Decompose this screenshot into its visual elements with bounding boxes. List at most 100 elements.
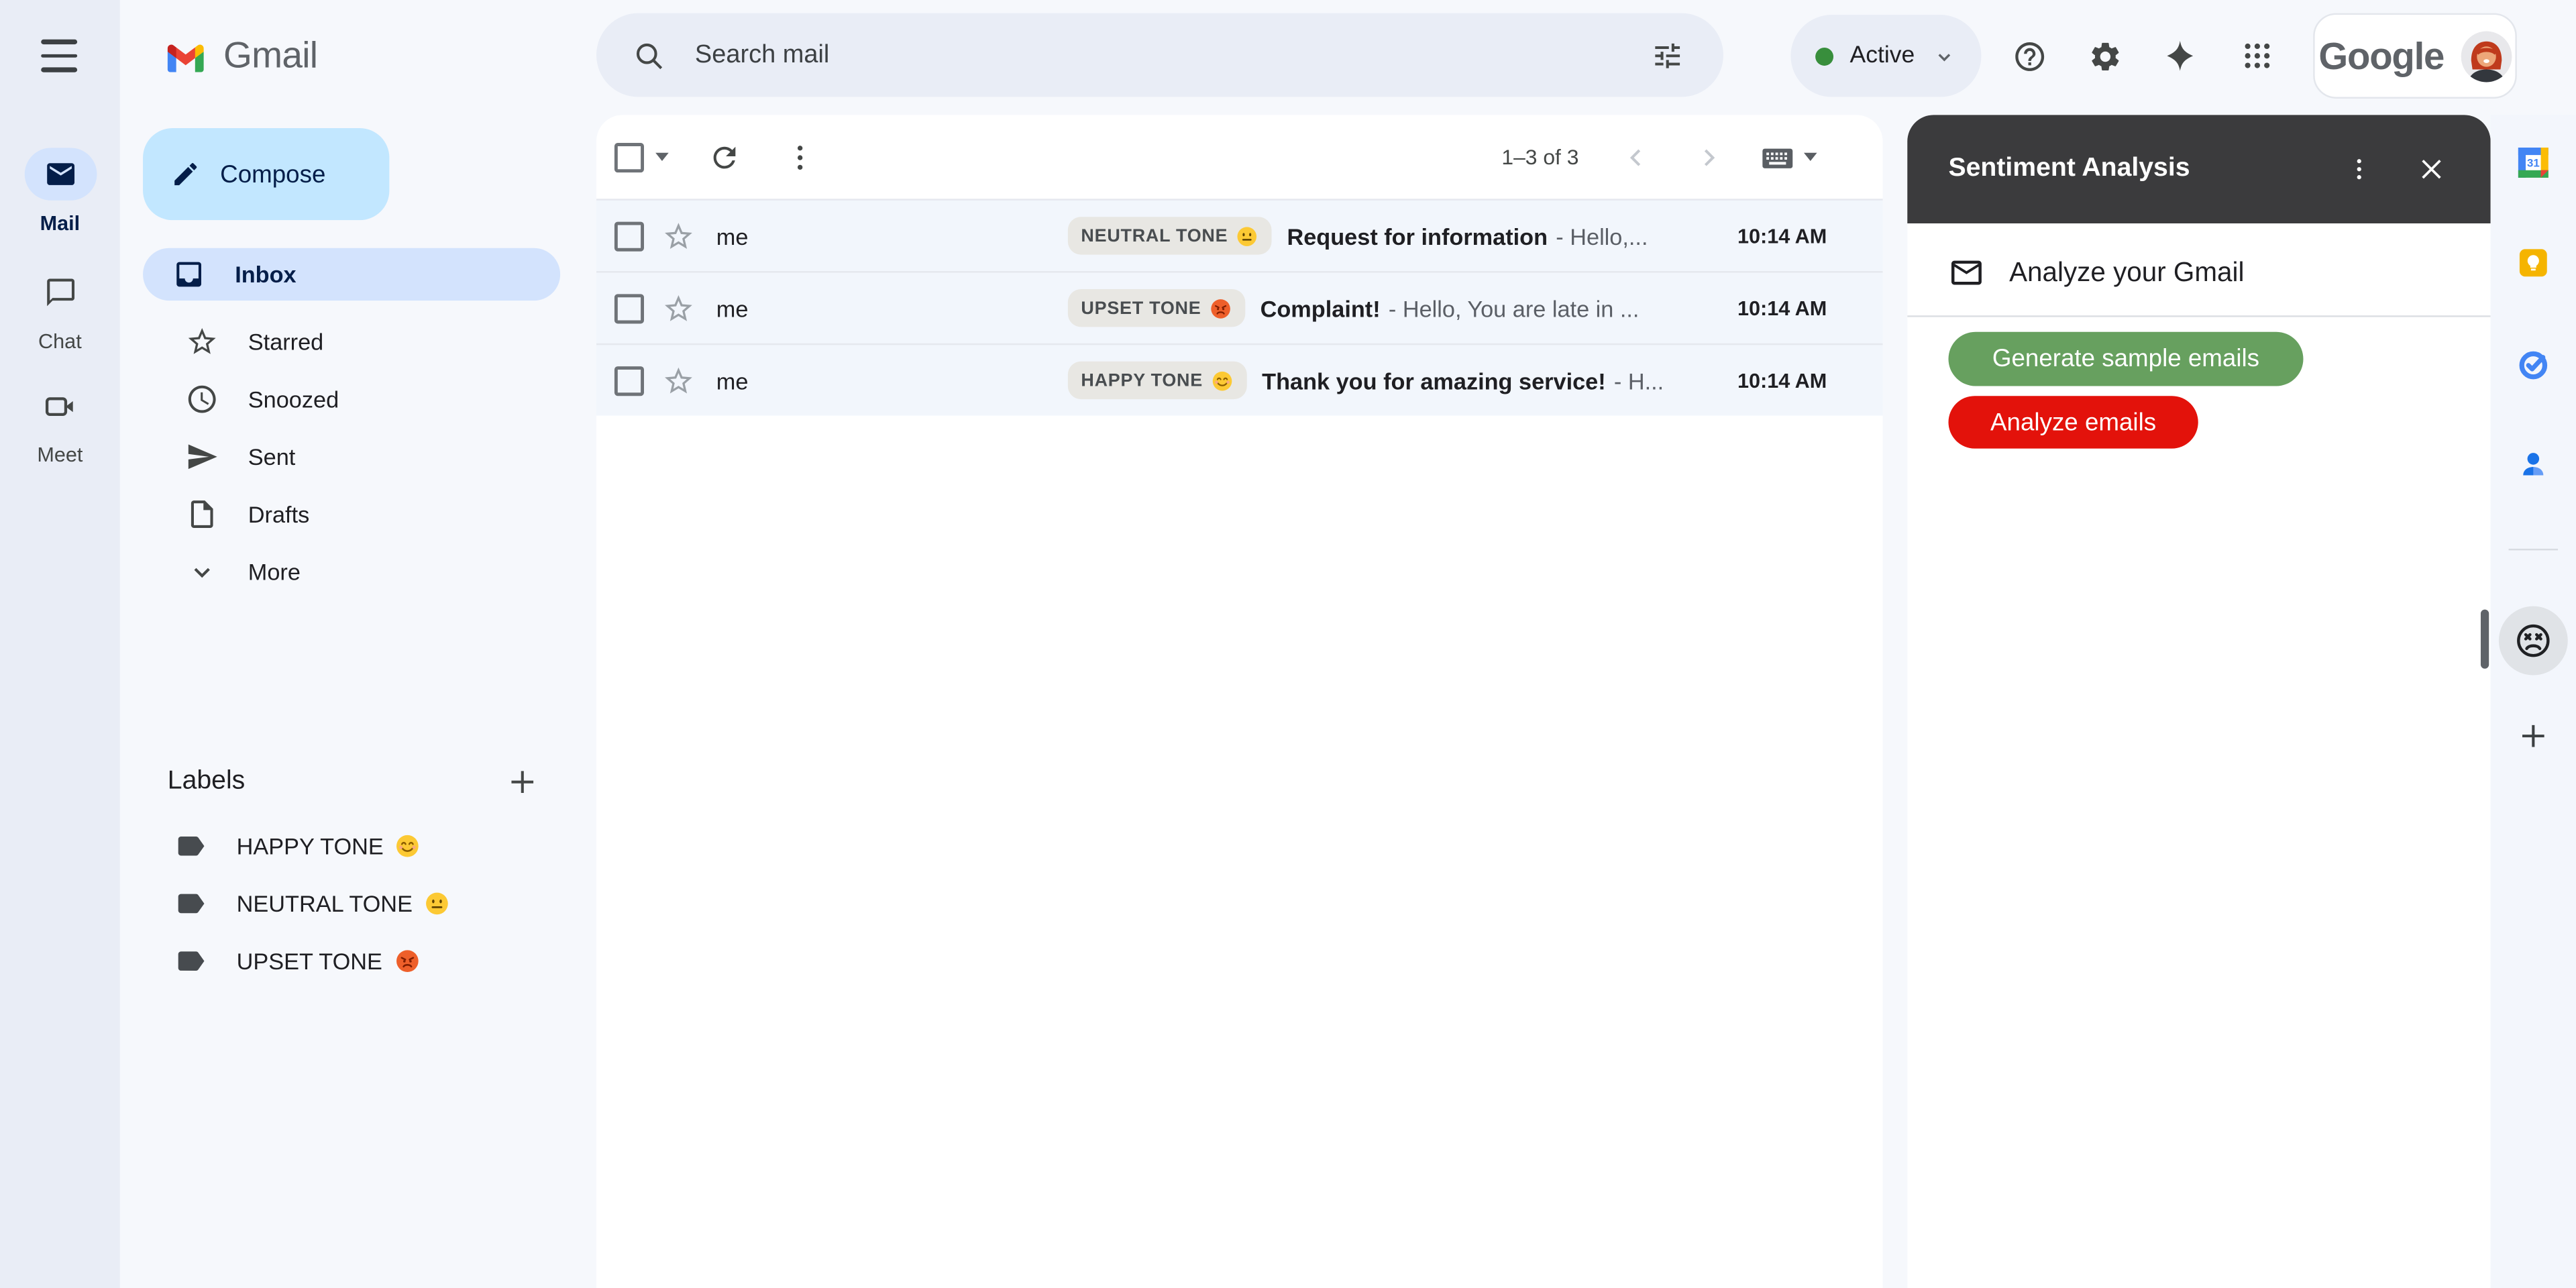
tasks-icon[interactable]	[2516, 347, 2551, 381]
main-menu-icon[interactable]	[41, 40, 77, 72]
addon-heading-row: Analyze your Gmail	[1948, 243, 2244, 302]
row-checkbox[interactable]	[614, 366, 644, 395]
rail-item-meet[interactable]: Meet	[0, 380, 120, 467]
email-sender: me	[716, 367, 1068, 393]
analyze-emails-button[interactable]: Analyze emails	[1948, 396, 2198, 448]
email-row[interactable]: me HAPPY TONE Thank you for amazing serv…	[596, 343, 1883, 416]
email-sender: me	[716, 295, 1068, 321]
help-icon[interactable]	[1996, 23, 2062, 89]
account-widget[interactable]: Google	[2313, 13, 2517, 99]
sidebar-item-more-label: More	[248, 557, 301, 584]
sidebar-label-neutral-tone[interactable]: NEUTRAL TONE	[120, 874, 590, 932]
label-tag-icon	[174, 829, 207, 862]
companion-rail: 31	[2491, 115, 2576, 1288]
send-icon	[186, 439, 219, 472]
sidebar-label-upset-tone[interactable]: UPSET TONE	[120, 932, 590, 989]
label-tag-icon	[174, 886, 207, 919]
email-subject: Complaint!	[1260, 295, 1381, 321]
refresh-icon[interactable]	[708, 140, 741, 173]
older-page-icon[interactable]	[1694, 142, 1723, 172]
email-snippet: - H...	[1614, 367, 1718, 393]
chevron-down-icon	[186, 555, 219, 588]
email-time: 10:14 AM	[1737, 224, 1827, 247]
label-name: HAPPY TONE	[237, 832, 384, 858]
gmail-wordmark: Gmail	[223, 34, 317, 77]
close-icon[interactable]	[2402, 140, 2461, 199]
contacts-icon[interactable]	[2516, 447, 2551, 481]
chevron-down-icon	[1931, 44, 1956, 68]
scrollbar-thumb[interactable]	[2481, 610, 2489, 669]
search-filter-icon[interactable]	[1635, 22, 1701, 88]
chat-icon	[24, 266, 97, 319]
star-toggle-icon[interactable]	[662, 219, 695, 252]
calendar-icon[interactable]: 31	[2515, 145, 2551, 181]
tone-chip: NEUTRAL TONE	[1068, 217, 1273, 254]
addon-menu-icon[interactable]	[2330, 140, 2389, 199]
angry-emoji-icon	[1210, 297, 1232, 319]
google-logo: Google	[2318, 34, 2444, 78]
newer-page-icon[interactable]	[1621, 142, 1651, 172]
email-list-card: 1–3 of 3 me	[596, 115, 1883, 1288]
sidebar-nav: Starred Snoozed Sent Drafts More	[120, 312, 590, 600]
happy-emoji-icon	[1211, 369, 1234, 392]
row-checkbox[interactable]	[614, 293, 644, 323]
settings-icon[interactable]	[2072, 23, 2137, 89]
email-row[interactable]: me UPSET TONE Complaint! - Hello, You ar…	[596, 271, 1883, 343]
select-all-checkbox[interactable]	[614, 142, 644, 172]
star-icon	[186, 325, 219, 358]
happy-emoji-icon	[395, 832, 421, 858]
rail-item-meet-label: Meet	[37, 443, 83, 466]
search-input[interactable]	[692, 39, 1635, 72]
addon-panel: Sentiment Analysis Analyze your Gmail Ge…	[1907, 115, 2490, 1288]
create-label-icon[interactable]	[499, 758, 545, 804]
rail-item-mail-label: Mail	[40, 212, 80, 235]
rail-item-mail[interactable]: Mail	[0, 148, 120, 235]
rail-item-chat-label: Chat	[38, 330, 82, 353]
get-addons-icon[interactable]	[2517, 720, 2550, 753]
search-icon[interactable]	[616, 22, 682, 88]
sidebar-item-drafts-label: Drafts	[248, 500, 309, 527]
angry-emoji-icon	[394, 947, 420, 973]
label-name: UPSET TONE	[237, 947, 382, 973]
label-name: NEUTRAL TONE	[237, 890, 413, 916]
generate-sample-emails-button[interactable]: Generate sample emails	[1948, 332, 2303, 386]
email-row[interactable]: me NEUTRAL TONE Request for information …	[596, 199, 1883, 271]
apps-grid-icon[interactable]	[2224, 23, 2290, 89]
gemini-sparkle-icon[interactable]	[2147, 23, 2213, 89]
sentiment-addon-icon[interactable]	[2499, 606, 2568, 676]
input-tools-icon[interactable]	[1760, 139, 1817, 175]
sidebar-item-more[interactable]: More	[120, 542, 590, 600]
keep-icon[interactable]	[2517, 246, 2550, 279]
sidebar-label-happy-tone[interactable]: HAPPY TONE	[120, 816, 590, 874]
sidebar: Compose Inbox Starred Snoozed Sent Draft…	[120, 112, 590, 1288]
more-options-icon[interactable]	[784, 140, 816, 173]
rail-item-chat[interactable]: Chat	[0, 266, 120, 354]
neutral-emoji-icon	[424, 890, 450, 916]
email-sender: me	[716, 223, 1068, 249]
email-snippet: - Hello,...	[1556, 223, 1717, 249]
panel-divider	[1907, 315, 2490, 317]
sidebar-item-inbox[interactable]: Inbox	[143, 248, 560, 301]
row-checkbox[interactable]	[614, 221, 644, 250]
addon-panel-title: Sentiment Analysis	[1948, 154, 2190, 184]
gmail-logo[interactable]: Gmail	[162, 0, 317, 112]
email-snippet: - Hello, You are late in ...	[1389, 295, 1718, 321]
meet-icon	[24, 380, 97, 432]
addon-heading: Analyze your Gmail	[2009, 257, 2244, 288]
rail-divider	[2509, 549, 2558, 550]
sidebar-item-drafts[interactable]: Drafts	[120, 484, 590, 542]
select-dropdown-icon[interactable]	[655, 153, 669, 161]
star-toggle-icon[interactable]	[662, 292, 695, 325]
compose-button[interactable]: Compose	[143, 128, 389, 220]
labels-section-header: Labels	[120, 753, 590, 810]
gmail-m-icon	[162, 37, 209, 74]
labels-heading: Labels	[168, 766, 245, 796]
sidebar-item-snoozed[interactable]: Snoozed	[120, 370, 590, 427]
email-subject: Request for information	[1287, 223, 1548, 249]
status-chip[interactable]: Active	[1790, 15, 1980, 97]
addon-panel-header: Sentiment Analysis	[1907, 115, 2490, 223]
email-time: 10:14 AM	[1737, 297, 1827, 319]
sidebar-item-sent[interactable]: Sent	[120, 427, 590, 485]
star-toggle-icon[interactable]	[662, 364, 695, 396]
sidebar-item-starred[interactable]: Starred	[120, 312, 590, 370]
